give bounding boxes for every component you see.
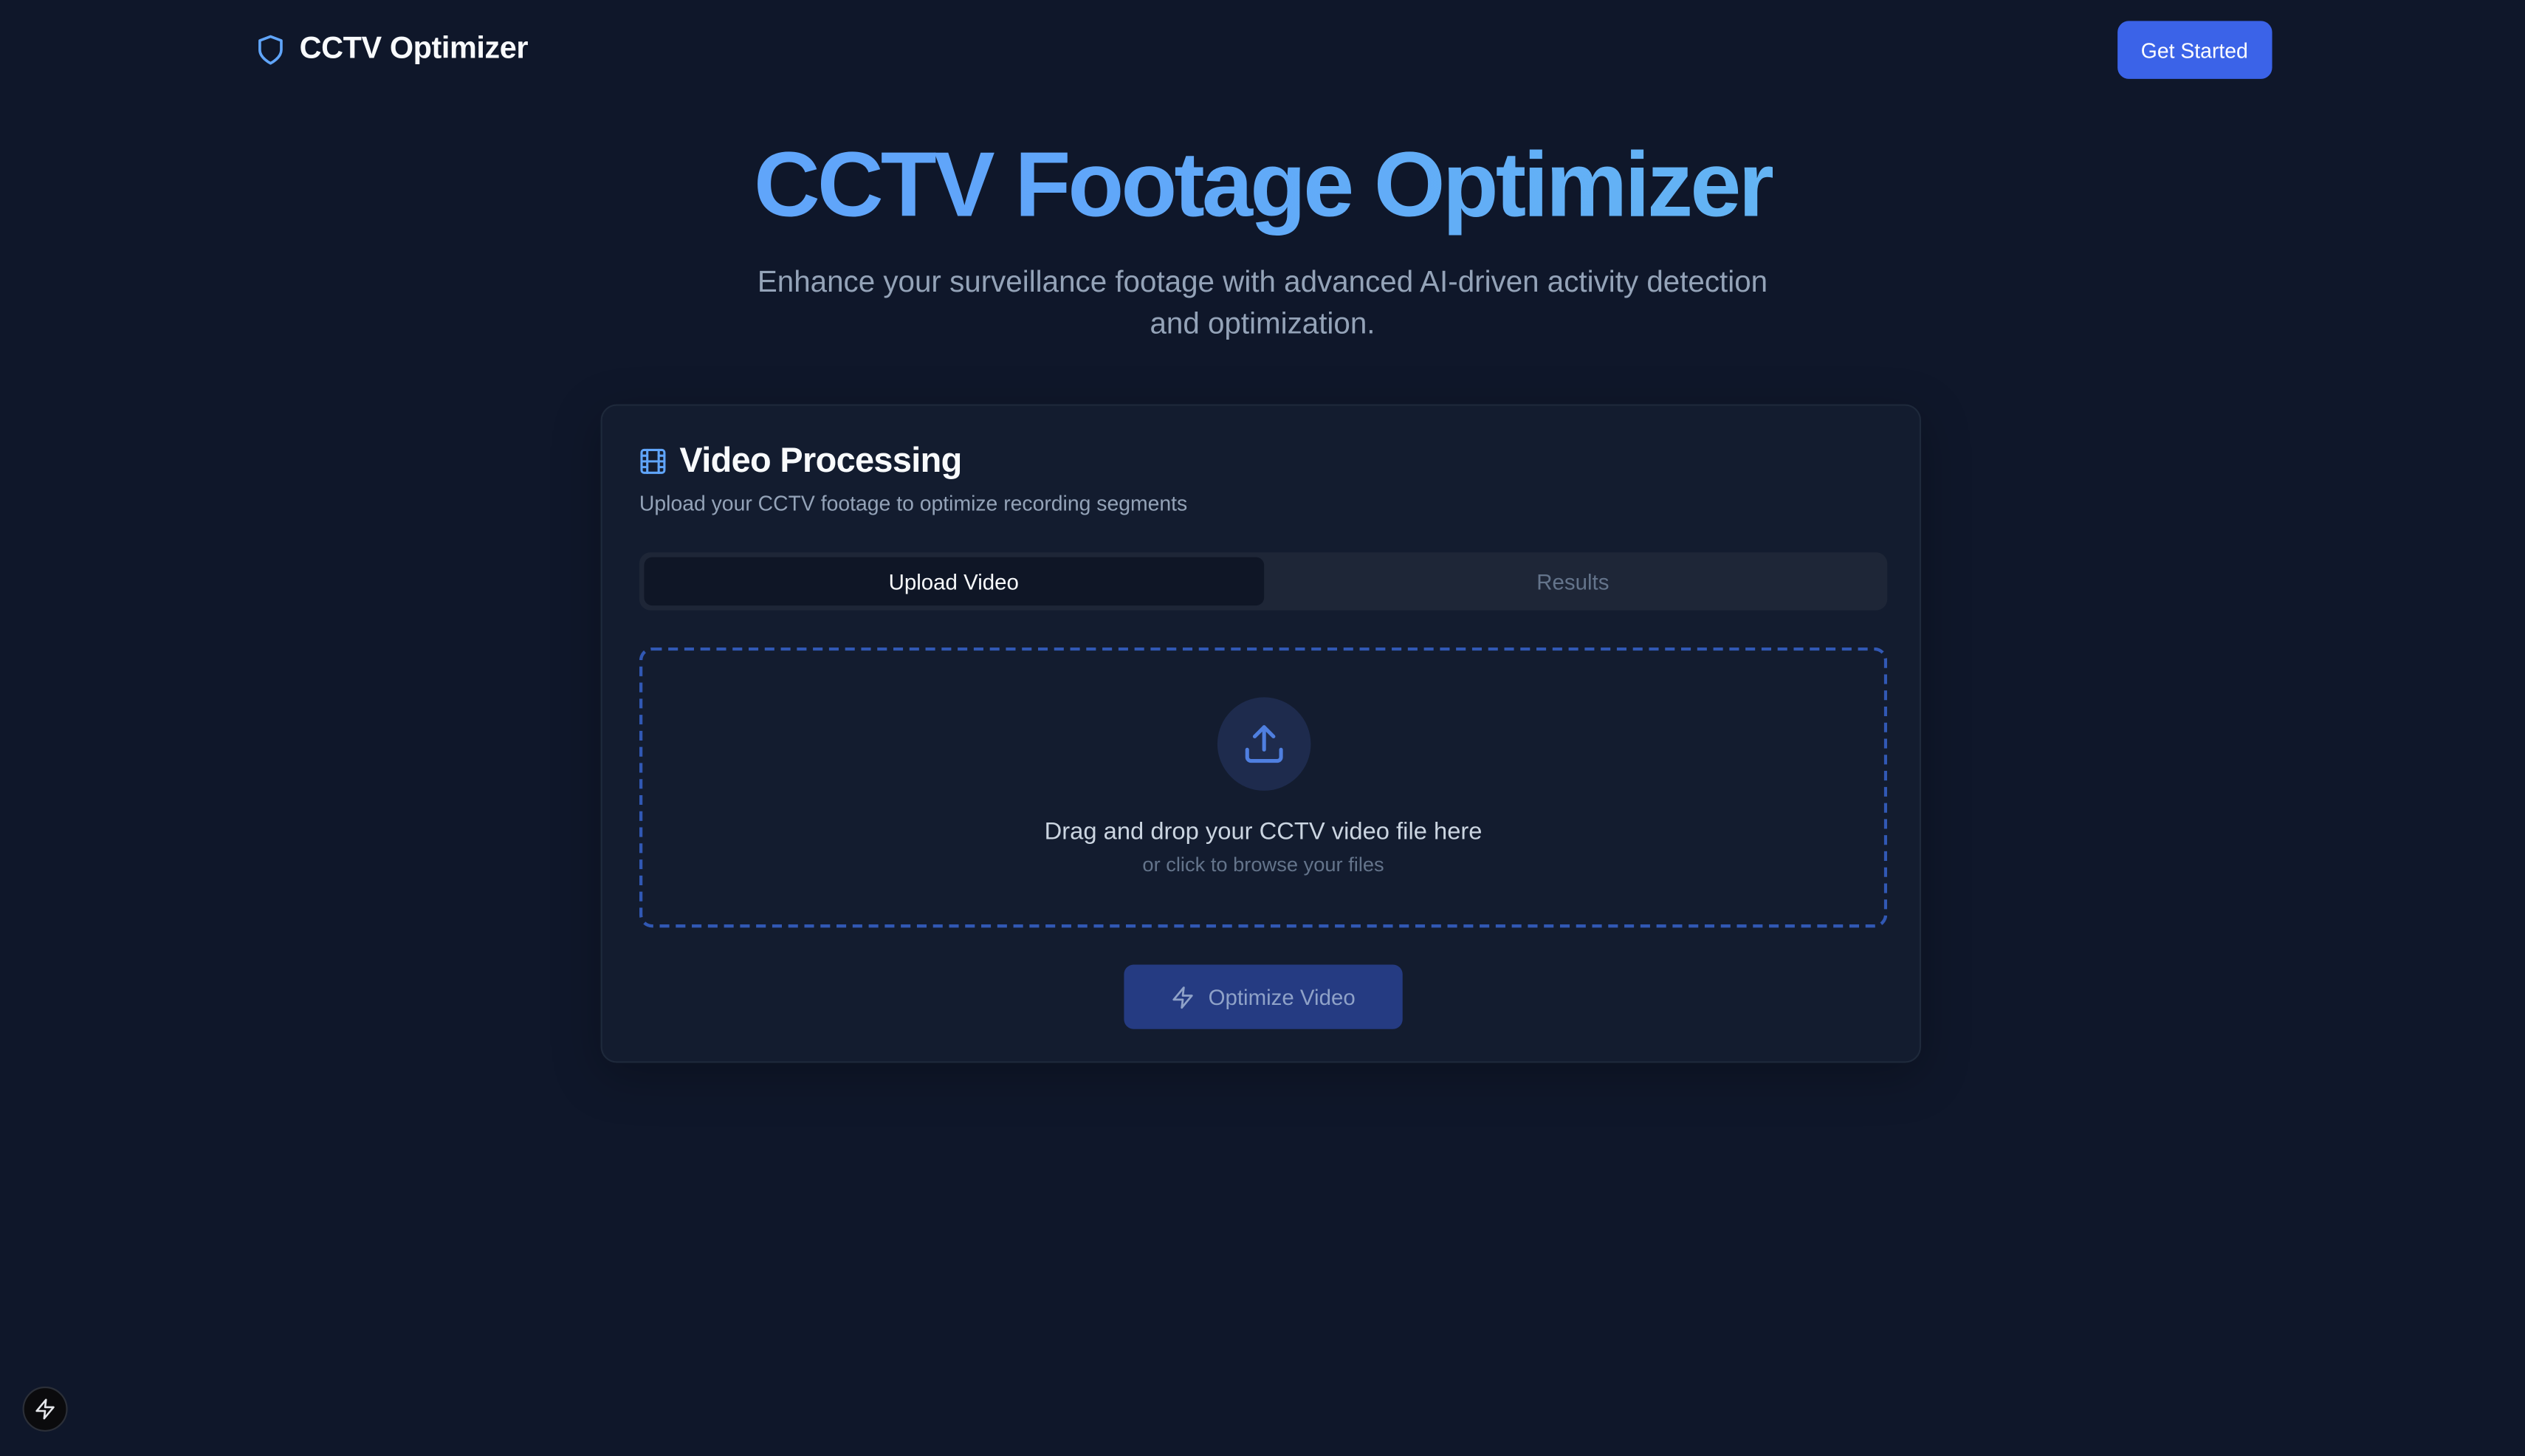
card-header: Video Processing Upload your CCTV footag… [639,442,1187,515]
get-started-button[interactable]: Get Started [2117,21,2272,79]
optimize-video-button[interactable]: Optimize Video [1124,964,1403,1029]
tab-results[interactable]: Results [1263,557,1883,605]
video-dropzone[interactable]: Drag and drop your CCTV video file here … [639,647,1888,928]
brand[interactable]: CCTV Optimizer [255,32,528,68]
upload-icon [1244,725,1282,763]
video-processing-card: Video Processing Upload your CCTV footag… [600,404,1922,1063]
lightning-icon [1173,986,1194,1009]
hero: CCTV Footage Optimizer Enhance your surv… [0,128,2525,344]
shield-icon [258,35,283,65]
lightning-icon [35,1398,55,1420]
optimize-video-label: Optimize Video [1208,984,1356,1009]
card-description: Upload your CCTV footage to optimize rec… [639,491,1188,515]
page: CCTV Optimizer Get Started CCTV Footage … [0,0,2525,1456]
brand-name: CCTV Optimizer [299,32,529,66]
card-title-row: Video Processing [639,442,1187,482]
page-title: CCTV Footage Optimizer [0,128,2525,241]
tab-list: Upload Video Results [639,552,1888,611]
card-title: Video Processing [679,441,962,480]
upload-icon-circle [1216,697,1310,791]
film-icon [640,448,666,474]
hero-subtitle: Enhance your surveillance footage with a… [757,264,1768,340]
dropzone-primary-text: Drag and drop your CCTV video file here [1044,817,1483,846]
top-nav: CCTV Optimizer Get Started [255,21,2272,79]
tab-upload-video[interactable]: Upload Video [644,557,1264,606]
dev-tools-badge[interactable] [22,1386,68,1432]
dropzone-secondary-text: or click to browse your files [1142,853,1384,876]
